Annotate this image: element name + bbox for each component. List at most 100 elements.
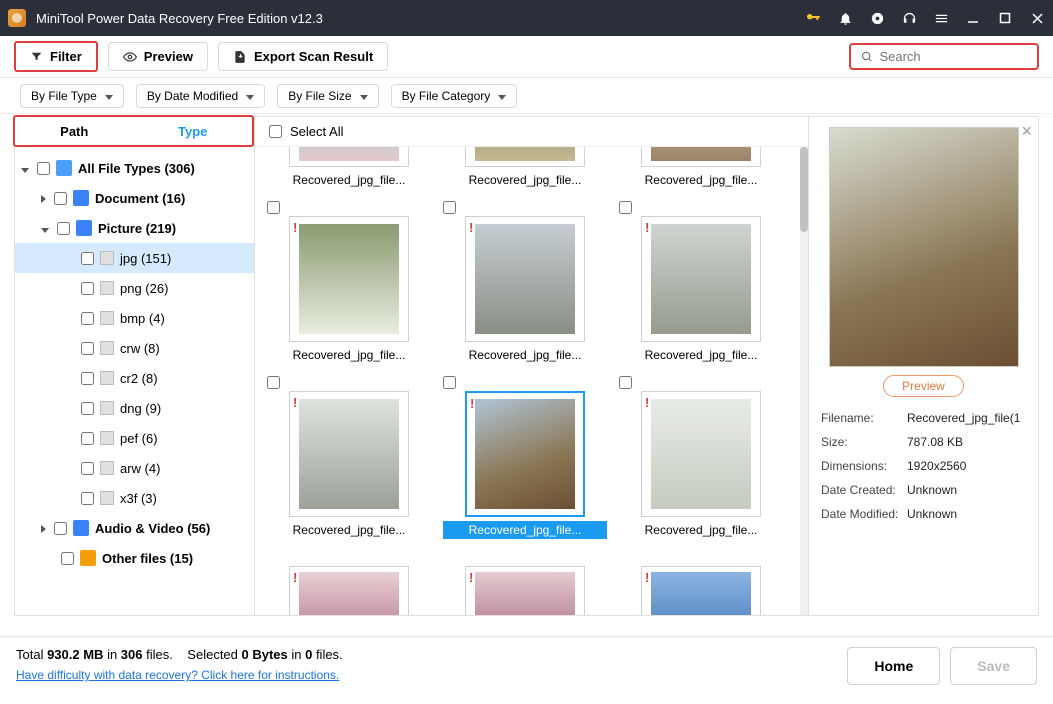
checkbox[interactable] xyxy=(61,552,74,565)
checkbox[interactable] xyxy=(81,492,94,505)
chevron-right-icon xyxy=(41,191,48,206)
file-checkbox[interactable] xyxy=(267,201,280,214)
checkbox[interactable] xyxy=(81,282,94,295)
meta-dim-value: 1920x2560 xyxy=(907,459,1026,473)
preview-open-button[interactable]: Preview xyxy=(883,375,964,397)
meta-filename-value: Recovered_jpg_file(1 xyxy=(907,411,1026,425)
tree-pef[interactable]: pef (6) xyxy=(15,423,254,453)
disc-icon[interactable] xyxy=(869,10,885,26)
maximize-icon[interactable] xyxy=(997,10,1013,26)
tab-type[interactable]: Type xyxy=(134,117,253,145)
warning-icon: ! xyxy=(293,570,297,585)
meta-size-key: Size: xyxy=(821,435,901,449)
checkbox[interactable] xyxy=(81,342,94,355)
file-cell[interactable]: Recovered_jpg_file... xyxy=(443,147,607,189)
chevron-down-icon xyxy=(244,89,254,103)
select-all-checkbox[interactable] xyxy=(269,125,282,138)
file-cell[interactable]: !Recovered_jpg_file... xyxy=(267,201,431,364)
tree-dng[interactable]: dng (9) xyxy=(15,393,254,423)
chip-filetype[interactable]: By File Type xyxy=(20,84,124,108)
tree-all-file-types[interactable]: All File Types (306) xyxy=(15,153,254,183)
tree-document[interactable]: Document (16) xyxy=(15,183,254,213)
tree-jpg[interactable]: jpg (151) xyxy=(15,243,254,273)
headphones-icon[interactable] xyxy=(901,10,917,26)
meta-filename-key: Filename: xyxy=(821,411,901,425)
file-checkbox[interactable] xyxy=(619,201,632,214)
tree: All File Types (306) Document (16) Pictu… xyxy=(15,147,254,615)
file-cell[interactable]: !Recovered_jpg_file... xyxy=(267,376,431,539)
file-cell[interactable]: !Recovered_jpg_file... xyxy=(619,201,783,364)
filter-icon xyxy=(30,50,43,63)
file-cell-selected[interactable]: !Recovered_jpg_file... xyxy=(443,376,607,539)
tree-picture[interactable]: Picture (219) xyxy=(15,213,254,243)
file-checkbox[interactable] xyxy=(267,376,280,389)
preview-panel: × Preview Filename:Recovered_jpg_file(1 … xyxy=(808,117,1038,615)
search-input[interactable] xyxy=(879,49,1027,64)
chevron-right-icon xyxy=(41,521,48,536)
save-button[interactable]: Save xyxy=(950,647,1037,685)
file-icon xyxy=(100,461,114,475)
file-cell[interactable]: !Recovered_jpg_file... xyxy=(443,201,607,364)
home-button[interactable]: Home xyxy=(847,647,940,685)
checkbox[interactable] xyxy=(81,402,94,415)
close-icon[interactable] xyxy=(1029,10,1045,26)
chip-filecategory[interactable]: By File Category xyxy=(391,84,518,108)
chevron-down-icon xyxy=(358,89,368,103)
grid-area: Select All Recovered_jpg_file... Recover… xyxy=(255,117,808,615)
file-checkbox[interactable] xyxy=(619,376,632,389)
file-cell[interactable]: Recovered_jpg_file... xyxy=(619,147,783,189)
file-cell[interactable]: ! xyxy=(443,551,607,615)
file-cell[interactable]: ! xyxy=(267,551,431,615)
minimize-icon[interactable] xyxy=(965,10,981,26)
search-box[interactable] xyxy=(849,43,1039,70)
checkbox[interactable] xyxy=(37,162,50,175)
file-icon xyxy=(100,341,114,355)
key-icon[interactable] xyxy=(805,10,821,26)
tree-arw[interactable]: arw (4) xyxy=(15,453,254,483)
tree-x3f[interactable]: x3f (3) xyxy=(15,483,254,513)
filter-button[interactable]: Filter xyxy=(14,41,98,72)
warning-icon: ! xyxy=(645,570,649,585)
chevron-down-icon xyxy=(41,221,51,236)
tab-path[interactable]: Path xyxy=(15,117,134,145)
warning-icon: ! xyxy=(645,220,649,235)
menu-icon[interactable] xyxy=(933,10,949,26)
tree-audio-video[interactable]: Audio & Video (56) xyxy=(15,513,254,543)
checkbox[interactable] xyxy=(81,372,94,385)
meta-created-key: Date Created: xyxy=(821,483,901,497)
export-label: Export Scan Result xyxy=(254,49,373,64)
checkbox[interactable] xyxy=(81,462,94,475)
tree-cr2[interactable]: cr2 (8) xyxy=(15,363,254,393)
scrollbar-handle[interactable] xyxy=(800,147,808,232)
totals-text: Total 930.2 MB in 306 files. Selected 0 … xyxy=(16,647,343,662)
tree-png[interactable]: png (26) xyxy=(15,273,254,303)
warning-icon: ! xyxy=(645,395,649,410)
checkbox[interactable] xyxy=(81,312,94,325)
help-link[interactable]: Have difficulty with data recovery? Clic… xyxy=(16,668,343,682)
file-cell[interactable]: !Recovered_jpg_file... xyxy=(619,376,783,539)
tree-bmp[interactable]: bmp (4) xyxy=(15,303,254,333)
search-icon xyxy=(861,50,873,64)
checkbox[interactable] xyxy=(57,222,70,235)
vertical-scrollbar[interactable] xyxy=(800,147,808,615)
file-checkbox[interactable] xyxy=(443,376,456,389)
checkbox[interactable] xyxy=(54,522,67,535)
file-cell[interactable]: ! xyxy=(619,551,783,615)
chip-datemodified[interactable]: By Date Modified xyxy=(136,84,265,108)
checkbox[interactable] xyxy=(81,252,94,265)
file-icon xyxy=(100,281,114,295)
checkbox[interactable] xyxy=(81,432,94,445)
file-checkbox[interactable] xyxy=(443,201,456,214)
tree-other-files[interactable]: Other files (15) xyxy=(15,543,254,573)
warning-icon: ! xyxy=(470,396,474,411)
chip-filesize[interactable]: By File Size xyxy=(277,84,378,108)
file-cell[interactable]: Recovered_jpg_file... xyxy=(267,147,431,189)
bell-icon[interactable] xyxy=(837,10,853,26)
chevron-down-icon xyxy=(21,161,31,176)
close-preview-icon[interactable]: × xyxy=(1021,121,1032,142)
tree-crw[interactable]: crw (8) xyxy=(15,333,254,363)
filter-chips: By File Type By Date Modified By File Si… xyxy=(0,78,1053,114)
preview-button[interactable]: Preview xyxy=(108,42,208,71)
export-button[interactable]: Export Scan Result xyxy=(218,42,388,71)
checkbox[interactable] xyxy=(54,192,67,205)
